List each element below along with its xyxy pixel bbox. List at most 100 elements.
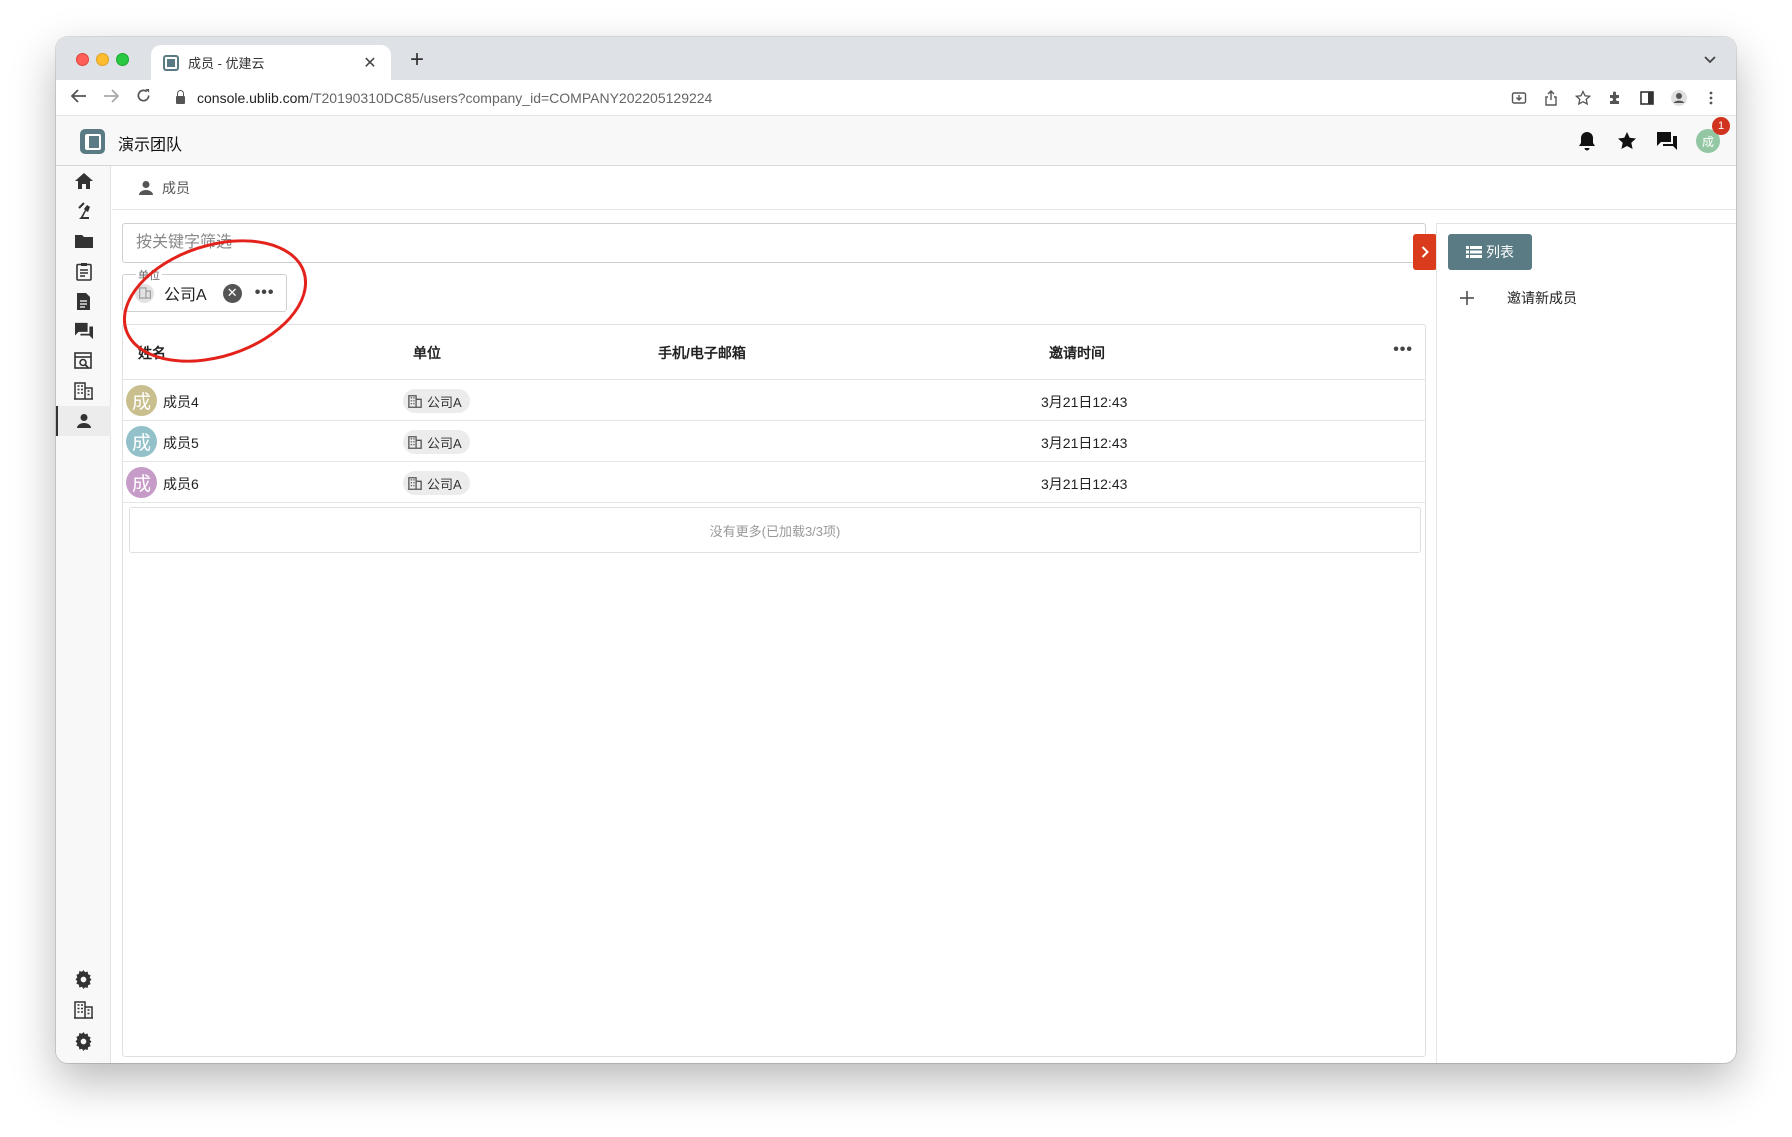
address-bar[interactable]: console.ublib.com/T20190310DC85/users?co… [197, 90, 712, 106]
invite-member-button[interactable]: 邀请新成员 [1457, 288, 1577, 308]
building-icon [408, 394, 422, 408]
document-icon [77, 292, 90, 310]
team-title[interactable]: 演示团队 [118, 131, 182, 155]
sidebar-item-files[interactable] [56, 226, 111, 256]
member-name: 成员6 [163, 476, 199, 492]
tab-strip: 成员 - 优建云 ✕ + [56, 37, 1736, 80]
sidebar-item-system-settings[interactable] [56, 1026, 111, 1056]
breadcrumb-label[interactable]: 成员 [162, 178, 190, 198]
tab-title: 成员 - 优建云 [188, 56, 265, 71]
bookmark-star-icon[interactable] [1574, 89, 1592, 107]
unit-chip: 公司A [403, 430, 470, 454]
folder-icon [74, 235, 93, 248]
column-options-icon[interactable]: ••• [1393, 341, 1413, 359]
plus-icon [1460, 291, 1474, 305]
invite-time: 3月21日12:43 [1041, 394, 1128, 410]
unit-chip: 公司A [403, 471, 470, 495]
filter-value: 公司A [164, 287, 207, 304]
close-tab-icon[interactable]: ✕ [361, 53, 379, 73]
maximize-window-button[interactable] [116, 53, 129, 66]
install-app-icon[interactable] [1510, 89, 1528, 107]
sidebar-item-tasks[interactable] [56, 256, 111, 286]
search-document-icon [74, 352, 92, 369]
browser-window: 成员 - 优建云 ✕ + console.ublib.com/T20190310… [56, 37, 1736, 1063]
chevron-right-icon [1421, 246, 1429, 258]
gear-icon [75, 1031, 92, 1051]
column-header-name[interactable]: 姓名 [138, 343, 166, 363]
toggle-panel-button[interactable] [1413, 234, 1437, 270]
building-icon [135, 283, 154, 303]
building-icon [74, 382, 93, 400]
tab-search-icon[interactable] [1704, 51, 1716, 67]
gear-icon [75, 969, 92, 989]
home-icon [74, 173, 93, 189]
sidebar-item-drawing[interactable] [56, 196, 111, 226]
sidebar-item-companies[interactable] [56, 376, 111, 406]
filter-more-icon[interactable]: ••• [255, 284, 275, 302]
table-row[interactable]: 成 成员4 公司A 3月21日12:43 [123, 380, 1425, 421]
sidebar-item-documents[interactable] [56, 286, 111, 316]
app-header: 演示团队 成 1 [56, 116, 1736, 166]
url-host: console.ublib.com [197, 89, 310, 106]
back-button[interactable] [66, 87, 92, 108]
reload-button[interactable] [130, 87, 156, 108]
browser-tab[interactable]: 成员 - 优建云 ✕ [151, 45, 391, 80]
breadcrumb: 成员 [112, 166, 1736, 210]
header-actions: 成 1 [1576, 116, 1730, 166]
notification-badge: 1 [1712, 117, 1730, 135]
list-icon [1466, 246, 1482, 258]
table-header: 姓名 单位 手机/电子邮箱 邀请时间 ••• [123, 325, 1425, 380]
column-header-contact[interactable]: 手机/电子邮箱 [658, 343, 746, 363]
building-icon [74, 1001, 93, 1019]
app-logo-icon[interactable] [80, 129, 105, 154]
invite-time: 3月21日12:43 [1041, 435, 1128, 451]
right-panel: 列表 邀请新成员 [1436, 223, 1736, 1063]
chat-icon[interactable] [1656, 130, 1678, 152]
unit-name: 公司A [427, 476, 462, 492]
building-icon [408, 476, 422, 490]
invite-time: 3月21日12:43 [1041, 476, 1128, 492]
sidebar-item-settings[interactable] [56, 964, 111, 994]
member-name: 成员5 [163, 435, 199, 451]
chat-icon [74, 322, 93, 340]
column-header-unit[interactable]: 单位 [413, 343, 441, 363]
load-more-status: 没有更多(已加载3/3项) [129, 507, 1421, 553]
table-row[interactable]: 成 成员6 公司A 3月21日12:43 [123, 462, 1425, 503]
sidebar-item-organization[interactable] [56, 995, 111, 1025]
profile-icon[interactable] [1670, 89, 1688, 107]
list-view-label: 列表 [1486, 244, 1514, 260]
lock-icon[interactable] [176, 89, 185, 104]
members-table: 姓名 单位 手机/电子邮箱 邀请时间 ••• 成 成员4 公司A 3月21日12… [122, 324, 1426, 1057]
user-avatar-menu[interactable]: 成 1 [1696, 117, 1730, 153]
drafting-tool-icon [77, 202, 90, 219]
new-tab-button[interactable]: + [404, 46, 430, 74]
sidebar-item-members[interactable] [56, 406, 111, 436]
person-icon [76, 414, 91, 428]
minimize-window-button[interactable] [96, 53, 109, 66]
sidebar-item-messages[interactable] [56, 316, 111, 346]
close-window-button[interactable] [76, 53, 89, 66]
unit-name: 公司A [427, 435, 462, 451]
browser-menu-icon[interactable] [1702, 89, 1720, 107]
table-row[interactable]: 成 成员5 公司A 3月21日12:43 [123, 421, 1425, 462]
filter-field-label: 单位 [136, 267, 162, 283]
list-view-button[interactable]: 列表 [1448, 234, 1532, 270]
avatar: 成 [126, 467, 157, 498]
clear-filter-icon[interactable]: ✕ [222, 283, 242, 303]
keyword-filter-input[interactable] [122, 223, 1426, 263]
url-path: /T20190310DC85/users?company_id=COMPANY2… [309, 89, 713, 106]
sidebar-item-home[interactable] [56, 166, 111, 196]
sidebar-item-search[interactable] [56, 346, 111, 376]
bell-icon[interactable] [1576, 130, 1598, 152]
share-icon[interactable] [1542, 89, 1560, 107]
invite-member-label: 邀请新成员 [1507, 290, 1577, 306]
side-panel-icon[interactable] [1638, 89, 1656, 107]
clipboard-icon [75, 262, 92, 281]
forward-button[interactable] [98, 87, 124, 108]
extensions-icon[interactable] [1606, 89, 1624, 107]
column-header-invite-time[interactable]: 邀请时间 [1049, 343, 1105, 363]
avatar: 成 [126, 426, 157, 457]
star-icon[interactable] [1616, 130, 1638, 152]
building-icon [408, 435, 422, 449]
toolbar-actions [1510, 80, 1720, 116]
